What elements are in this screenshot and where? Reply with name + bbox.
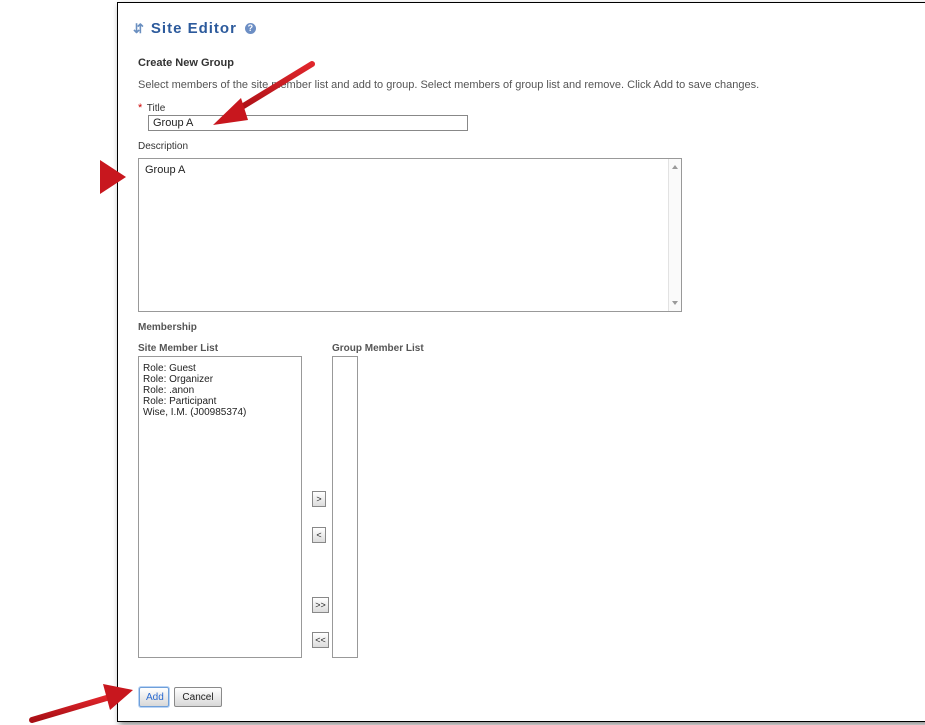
add-annotation-arrow (29, 684, 133, 723)
description-annotation-arrow (37, 160, 126, 194)
annotation-arrows (29, 61, 315, 723)
title-annotation-arrow (213, 61, 315, 125)
